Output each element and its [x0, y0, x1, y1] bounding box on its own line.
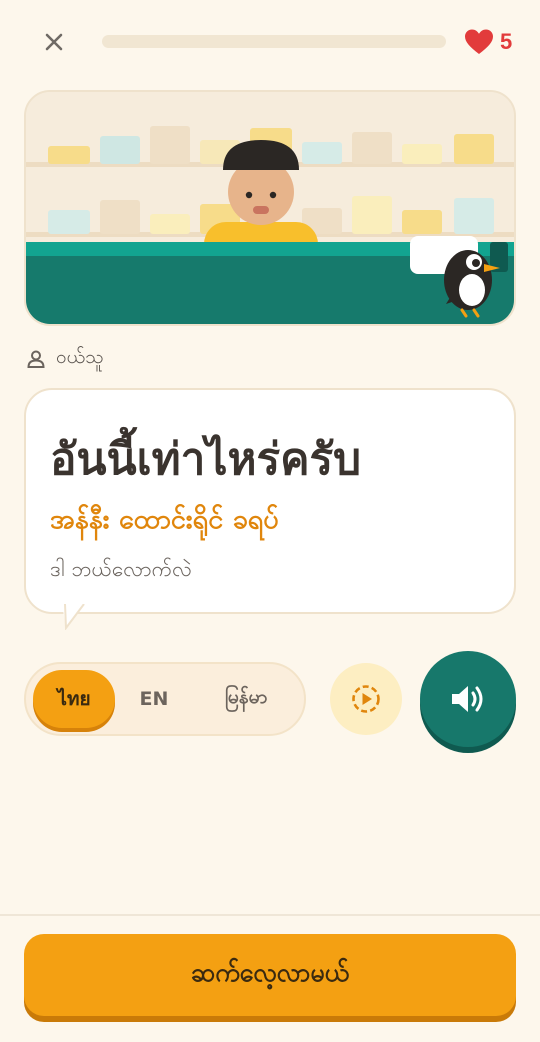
translation: ဒါ ဘယ်လောက်လဲ: [50, 557, 192, 581]
lives-indicator: 5: [464, 26, 512, 58]
language-option-thai[interactable]: ไทย: [33, 670, 115, 728]
speaker-icon: [452, 686, 483, 712]
speech-bubble: อันนี้เท่าไหร่ครับ အန်နီး ထောင်းရိုင် ခရ…: [24, 388, 516, 614]
person-icon: [27, 350, 45, 368]
lives-count: 5: [500, 29, 513, 54]
language-option-english[interactable]: EN: [116, 670, 192, 728]
speaker-name: ဝယ်သူ: [56, 346, 104, 368]
bubble-tail: [62, 604, 85, 630]
close-button[interactable]: [38, 26, 70, 58]
language-toggle: ไทย EN မြန်မာ: [24, 662, 306, 736]
footer-divider: [0, 914, 540, 916]
transliteration: အန်နီး ထောင်းရိုင် ခရပ်: [50, 504, 279, 535]
language-option-myanmar[interactable]: မြန်မာ: [196, 670, 296, 728]
thai-phrase: อันนี้เท่าไหร่ครับ: [50, 434, 362, 485]
slow-play-icon: [352, 685, 380, 713]
heart-icon: [465, 29, 493, 54]
top-bar: 5: [0, 0, 540, 84]
scene-illustration: [24, 90, 516, 326]
progress-bar: [102, 35, 446, 48]
slow-play-button[interactable]: [330, 663, 402, 735]
close-icon: [45, 33, 63, 51]
speaker-label: ဝယ်သူ: [26, 344, 103, 374]
continue-button[interactable]: ဆက်လေ့လာမယ်: [24, 934, 516, 1016]
play-audio-button[interactable]: [420, 651, 516, 747]
